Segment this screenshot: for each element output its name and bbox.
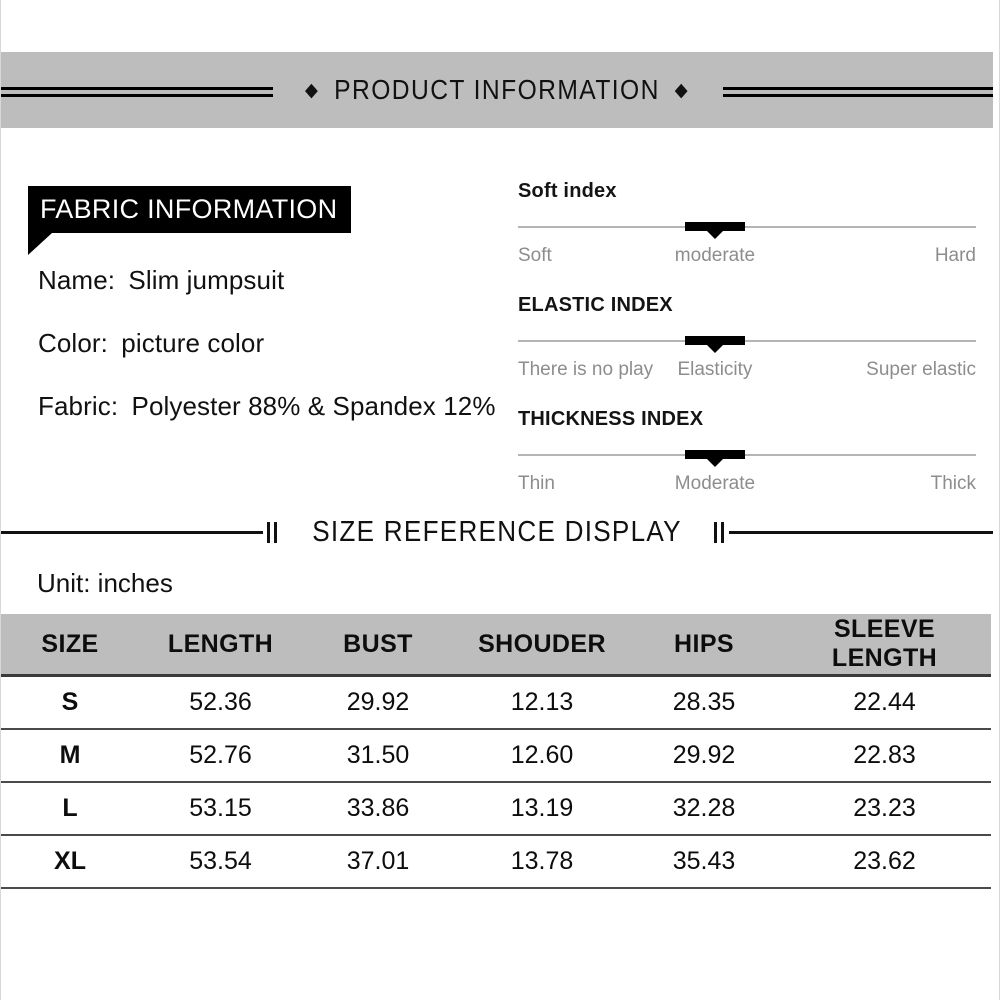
index-label-right-soft: Hard	[934, 245, 976, 266]
fabric-value-color: picture color	[121, 328, 265, 359]
track-line	[518, 226, 976, 228]
page-title: PRODUCT INFORMATION	[334, 74, 660, 105]
index-group-thickness: THICKNESS INDEX Thin Moderate Thick	[518, 408, 976, 497]
track-line	[518, 454, 976, 456]
index-label-right-elastic: Super elastic	[866, 359, 976, 380]
cell-sleeve: 23.62	[778, 835, 991, 889]
size-chart-table: SIZE LENGTH BUST SHOUDER HIPS SLEEVE LEN…	[1, 614, 991, 889]
track-line	[518, 340, 976, 342]
column-header-bust: BUST	[302, 614, 454, 677]
track-marker-elastic	[684, 336, 745, 345]
cell-shoulder: 13.78	[454, 835, 630, 889]
cell-shoulder: 12.13	[454, 675, 630, 730]
cell-sleeve: 23.23	[778, 782, 991, 836]
table-row: L 53.15 33.86 13.19 32.28 23.23	[1, 782, 991, 836]
table-row: XL 53.54 37.01 13.78 35.43 23.62	[1, 835, 991, 889]
index-label-left-thickness: Thin	[518, 473, 555, 494]
index-label-mid-soft: moderate	[674, 245, 756, 266]
product-information-page: ◆ PRODUCT INFORMATION ◆ FABRIC INFORMATI…	[0, 0, 1000, 1000]
cell-bust: 29.92	[302, 675, 454, 730]
index-labels-thickness: Thin Moderate Thick	[518, 473, 976, 497]
cell-length: 52.76	[139, 729, 302, 783]
diamond-icon-right: ◆	[674, 79, 690, 101]
cell-size: XL	[1, 835, 139, 889]
fabric-row-name: Name: Slim jumpsuit	[38, 265, 488, 296]
index-title-thickness: THICKNESS INDEX	[518, 408, 704, 430]
fabric-label-name: Name:	[38, 265, 116, 296]
index-label-mid-thickness: Moderate	[674, 473, 756, 494]
column-header-shoulder: SHOUDER	[454, 614, 630, 677]
cell-size: M	[1, 729, 139, 783]
index-group-soft: Soft index Soft moderate Hard	[518, 180, 976, 269]
cell-bust: 37.01	[302, 835, 454, 889]
index-track-thickness	[518, 449, 976, 463]
cell-sleeve: 22.83	[778, 729, 991, 783]
fabric-information-tag: FABRIC INFORMATION	[28, 186, 352, 256]
track-marker-soft	[684, 222, 745, 231]
cell-hips: 28.35	[630, 675, 778, 730]
index-labels-elastic: There is no play Elasticity Super elasti…	[518, 359, 976, 383]
table-header-row: SIZE LENGTH BUST SHOUDER HIPS SLEEVE LEN…	[1, 614, 991, 677]
table-row: M 52.76 31.50 12.60 29.92 22.83	[1, 729, 991, 783]
index-track-elastic	[518, 335, 976, 349]
diamond-icon-left: ◆	[304, 79, 320, 101]
track-marker-thickness	[684, 450, 745, 459]
cell-hips: 32.28	[630, 782, 778, 836]
fabric-label-color: Color:	[38, 328, 108, 359]
index-label-left-soft: Soft	[518, 245, 552, 266]
cell-sleeve: 22.44	[778, 675, 991, 730]
banner-title-group: ◆ PRODUCT INFORMATION ◆	[61, 52, 934, 128]
index-group-elastic: ELASTIC INDEX There is no play Elasticit…	[518, 294, 976, 383]
product-information-banner: ◆ PRODUCT INFORMATION ◆	[1, 52, 993, 128]
fabric-row-color: Color: picture color	[38, 328, 488, 359]
cell-shoulder: 12.60	[454, 729, 630, 783]
index-labels-soft: Soft moderate Hard	[518, 245, 976, 269]
fabric-tag-label: FABRIC INFORMATION	[40, 194, 338, 224]
column-header-hips: HIPS	[630, 614, 778, 677]
cell-length: 53.15	[139, 782, 302, 836]
cell-size: L	[1, 782, 139, 836]
cell-hips: 29.92	[630, 729, 778, 783]
fabric-index-panel: Soft index Soft moderate Hard ELASTIC IN…	[518, 180, 976, 522]
fabric-value-fabric: Polyester 88% & Spandex 12%	[131, 391, 496, 422]
unit-label: Unit: inches	[37, 568, 173, 598]
cell-length: 53.54	[139, 835, 302, 889]
index-label-left-elastic: There is no play	[518, 359, 654, 380]
column-header-sleeve: SLEEVE LENGTH	[778, 614, 991, 677]
index-label-right-thickness: Thick	[930, 473, 976, 494]
cell-bust: 33.86	[302, 782, 454, 836]
index-label-mid-elastic: Elasticity	[677, 359, 753, 380]
cell-size: S	[1, 675, 139, 730]
column-header-size: SIZE	[1, 614, 139, 677]
size-reference-divider: SIZE REFERENCE DISPLAY	[1, 512, 993, 552]
index-title-elastic: ELASTIC INDEX	[518, 294, 673, 316]
cell-bust: 31.50	[302, 729, 454, 783]
table-row: S 52.36 29.92 12.13 28.35 22.44	[1, 675, 991, 730]
index-track-soft	[518, 221, 976, 235]
speech-bubble-tail-icon	[28, 233, 52, 256]
fabric-value-name: Slim jumpsuit	[128, 265, 285, 296]
column-header-length: LENGTH	[139, 614, 302, 677]
fabric-label-fabric: Fabric:	[38, 391, 119, 422]
cell-length: 52.36	[139, 675, 302, 730]
cell-shoulder: 13.19	[454, 782, 630, 836]
fabric-information-block: FABRIC INFORMATION Name: Slim jumpsuit C…	[28, 186, 495, 422]
index-title-soft: Soft index	[518, 180, 617, 202]
cell-hips: 35.43	[630, 835, 778, 889]
size-reference-title: SIZE REFERENCE DISPLAY	[312, 515, 682, 548]
fabric-row-fabric: Fabric: Polyester 88% & Spandex 12%	[38, 391, 495, 422]
